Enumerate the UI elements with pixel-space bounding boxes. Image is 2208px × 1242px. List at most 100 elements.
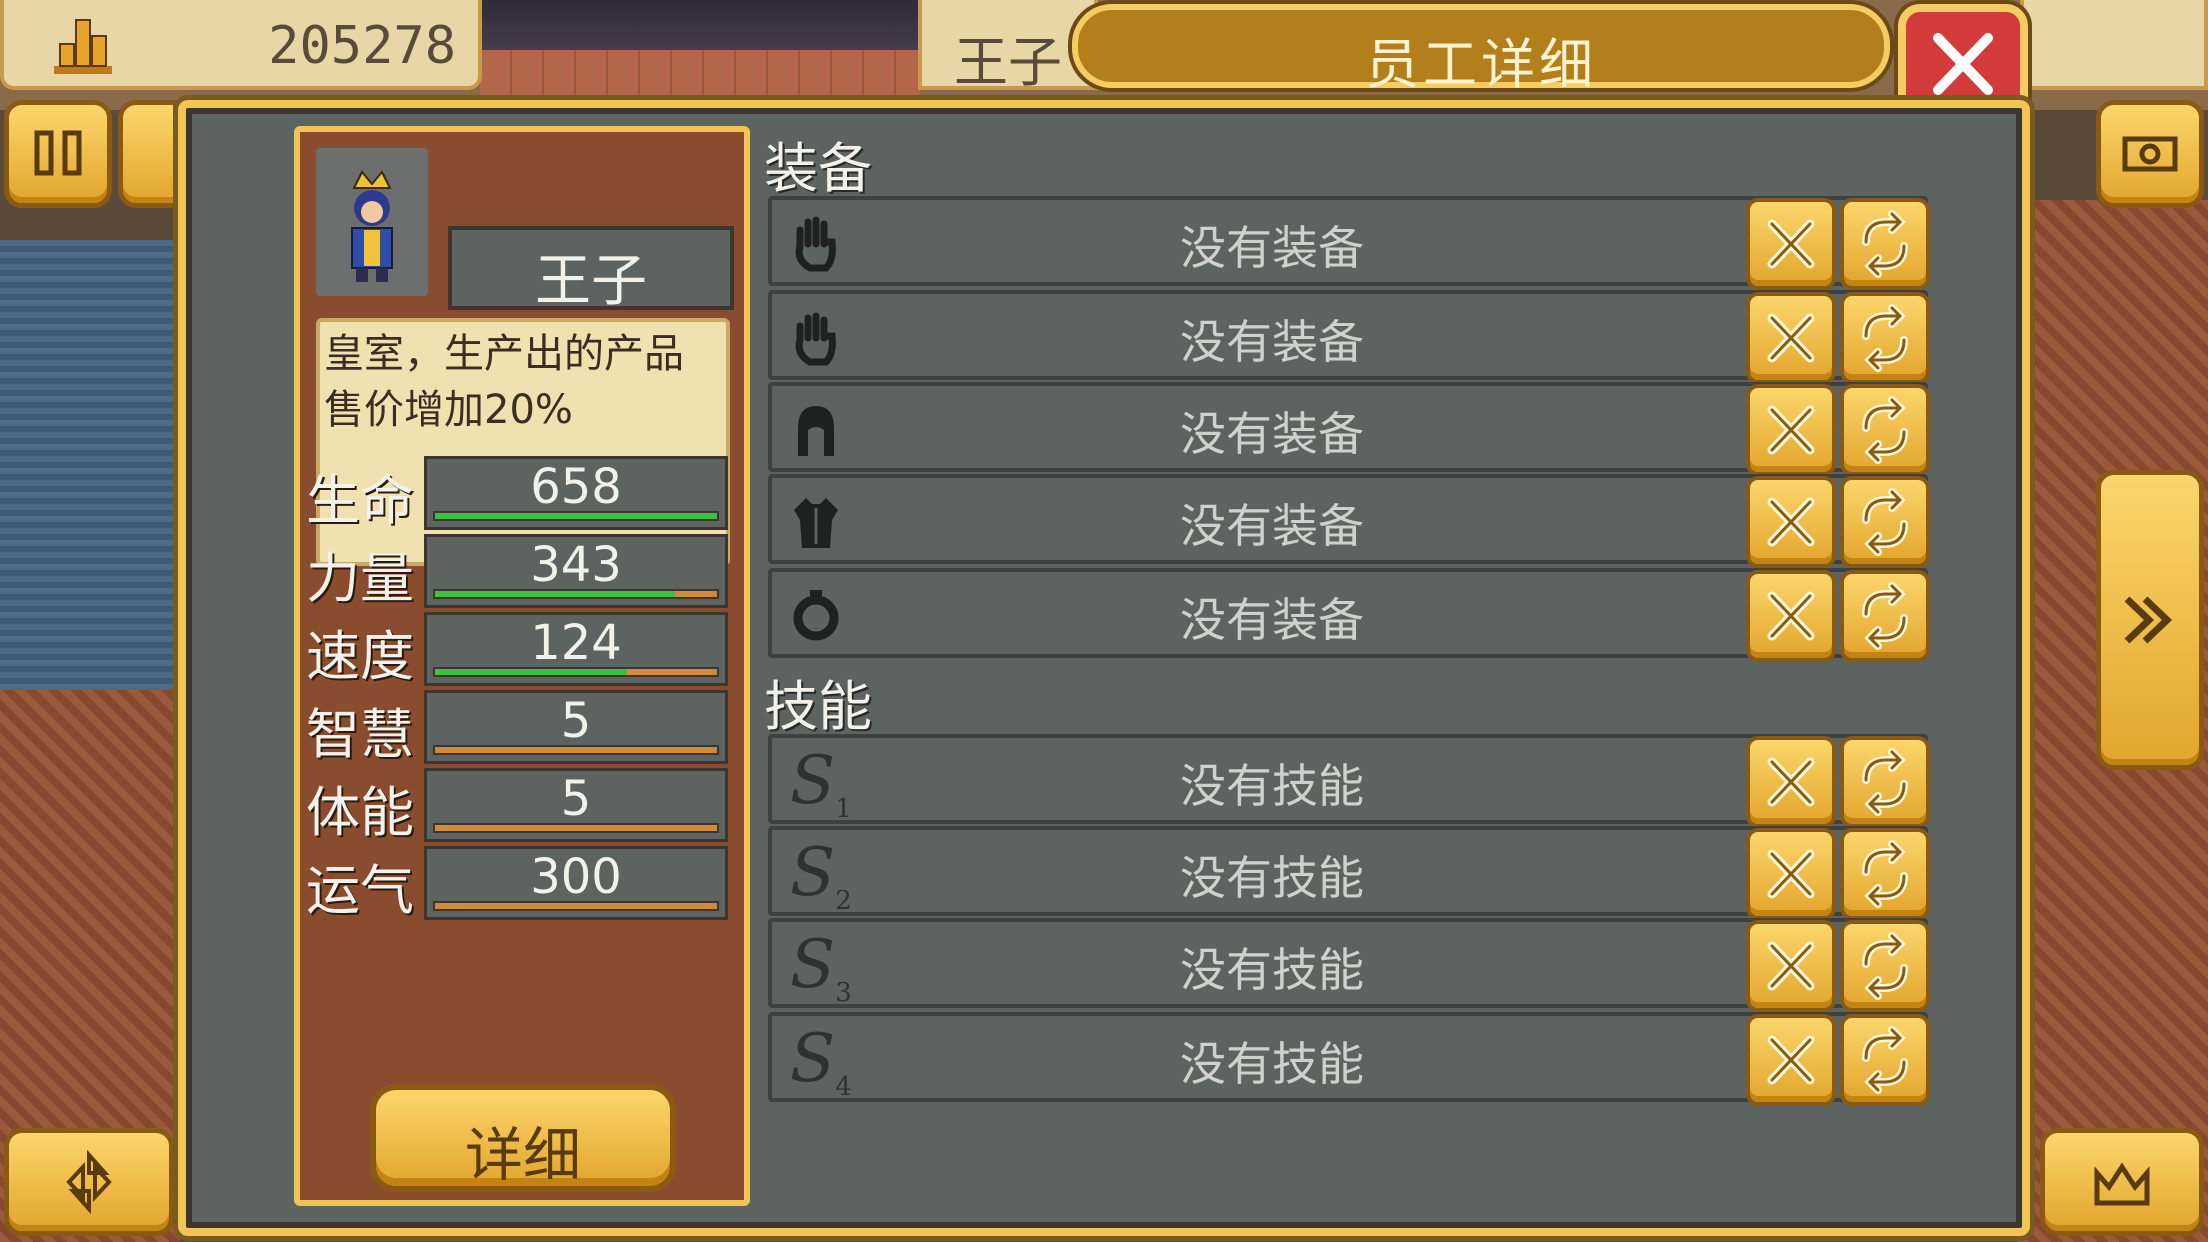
dialog-title-bar: 员工详细 — [1072, 4, 1890, 96]
unequip-icon — [1767, 849, 1815, 899]
change-skill-button[interactable] — [1840, 920, 1930, 1012]
unequip-button[interactable] — [1746, 570, 1836, 662]
stat-label: 智慧 — [306, 703, 414, 766]
skill-slot-text: 没有技能 — [1180, 1037, 1364, 1091]
unequip-button[interactable] — [1746, 198, 1836, 290]
scene-left-wall — [0, 240, 180, 690]
change-equipment-button[interactable] — [1840, 476, 1930, 568]
money-display: 205278 — [0, 0, 482, 90]
map-button[interactable] — [118, 100, 178, 208]
equipment-slot[interactable]: 没有装备 — [768, 290, 1930, 384]
detail-button[interactable]: 详细 — [370, 1084, 676, 1192]
equipment-title: 装备 — [764, 137, 872, 200]
change-skill-button[interactable] — [1840, 736, 1930, 828]
remove-skill-button[interactable] — [1746, 920, 1836, 1012]
skill-slot[interactable]: S1 没有技能 — [768, 734, 1930, 828]
swap-icon — [1862, 748, 1908, 816]
unequip-icon — [1767, 591, 1815, 641]
skills-title: 技能 — [764, 675, 872, 738]
change-skill-button[interactable] — [1840, 828, 1930, 920]
pause-button[interactable] — [4, 100, 112, 208]
equipment-slot-text: 没有装备 — [1180, 499, 1364, 553]
dialog-title: 员工详细 — [1365, 33, 1597, 96]
double-chevron-right-icon — [2124, 596, 2173, 644]
name-tab-label: 王子 — [954, 31, 1062, 94]
stat-value: 5 — [560, 693, 592, 749]
stat-row: 生命 658 — [306, 456, 746, 532]
unequip-icon — [1767, 405, 1815, 455]
building-icon — [54, 19, 112, 74]
pause-icon — [34, 130, 82, 176]
unequip-icon — [1767, 941, 1815, 991]
crown-button[interactable] — [2040, 1128, 2204, 1236]
character-name-tab[interactable]: 王子 — [918, 0, 1098, 94]
equipment-slot[interactable]: 没有装备 — [768, 382, 1930, 476]
skill-slot-text: 没有技能 — [1180, 759, 1364, 813]
stat-row: 力量 343 — [306, 534, 746, 610]
stat-row: 体能 5 — [306, 768, 746, 844]
change-equipment-button[interactable] — [1840, 570, 1930, 662]
skill-slot[interactable]: S4 没有技能 — [768, 1012, 1930, 1106]
character-name-box: 王子 — [448, 226, 734, 314]
equipment-slot[interactable]: 没有装备 — [768, 196, 1930, 290]
equipment-slot[interactable]: 没有装备 — [768, 474, 1930, 568]
stat-bar — [433, 901, 719, 911]
unequip-icon — [1767, 313, 1815, 363]
stat-value: 5 — [560, 771, 592, 827]
character-portrait — [316, 148, 428, 296]
unequip-button[interactable] — [1746, 384, 1836, 476]
camera-icon — [2122, 136, 2178, 172]
stat-bar — [433, 667, 719, 677]
equipment-slot-text: 没有装备 — [1180, 593, 1364, 647]
stat-box: 5 — [424, 768, 728, 842]
unequip-icon — [1767, 757, 1815, 807]
change-equipment-button[interactable] — [1840, 198, 1930, 290]
skill-slot-text: 没有技能 — [1180, 851, 1364, 905]
change-equipment-button[interactable] — [1840, 292, 1930, 384]
unequip-button[interactable] — [1746, 292, 1836, 384]
equipment-slot[interactable]: 没有装备 — [768, 568, 1930, 662]
stat-value: 343 — [530, 537, 622, 593]
stat-label: 力量 — [306, 547, 414, 610]
change-skill-button[interactable] — [1840, 1014, 1930, 1106]
remove-skill-button[interactable] — [1746, 736, 1836, 828]
swap-icon — [1862, 840, 1908, 908]
remove-skill-button[interactable] — [1746, 1014, 1836, 1106]
equipment-slot-text: 没有装备 — [1180, 407, 1364, 461]
top-right-strip — [2020, 0, 2208, 90]
stat-bar — [433, 745, 719, 755]
move-button[interactable] — [4, 1128, 174, 1236]
stat-value: 658 — [530, 459, 622, 515]
stat-row: 智慧 5 — [306, 690, 746, 766]
unequip-icon — [1767, 219, 1815, 269]
detail-button-label: 详细 — [464, 1121, 581, 1189]
stat-bar-fill — [435, 513, 717, 519]
skill-slot-text: 没有技能 — [1180, 943, 1364, 997]
swap-icon — [1862, 1026, 1908, 1094]
crown-icon — [2094, 1162, 2150, 1206]
stat-bar-fill — [435, 669, 627, 675]
stat-value: 124 — [530, 615, 622, 671]
swap-icon — [1862, 210, 1908, 278]
stat-bar — [433, 511, 719, 521]
stat-label: 运气 — [306, 859, 414, 922]
change-equipment-button[interactable] — [1840, 384, 1930, 476]
remove-skill-button[interactable] — [1746, 828, 1836, 920]
unequip-icon — [1767, 1035, 1815, 1085]
skill-slot[interactable]: S2 没有技能 — [768, 826, 1930, 920]
stat-bar — [433, 589, 719, 599]
stat-box: 658 — [424, 456, 728, 530]
stat-row: 运气 300 — [306, 846, 746, 922]
skill-slot[interactable]: S3 没有技能 — [768, 918, 1930, 1012]
next-page-button[interactable] — [2096, 470, 2204, 770]
stat-box: 300 — [424, 846, 728, 920]
stat-bar — [433, 823, 719, 833]
stat-label: 体能 — [306, 781, 414, 844]
stat-box: 343 — [424, 534, 728, 608]
camera-button[interactable] — [2096, 100, 2204, 208]
swap-icon — [1862, 488, 1908, 556]
scene-brick — [480, 50, 920, 100]
unequip-button[interactable] — [1746, 476, 1836, 568]
stat-box: 5 — [424, 690, 728, 764]
swap-icon — [1862, 932, 1908, 1000]
